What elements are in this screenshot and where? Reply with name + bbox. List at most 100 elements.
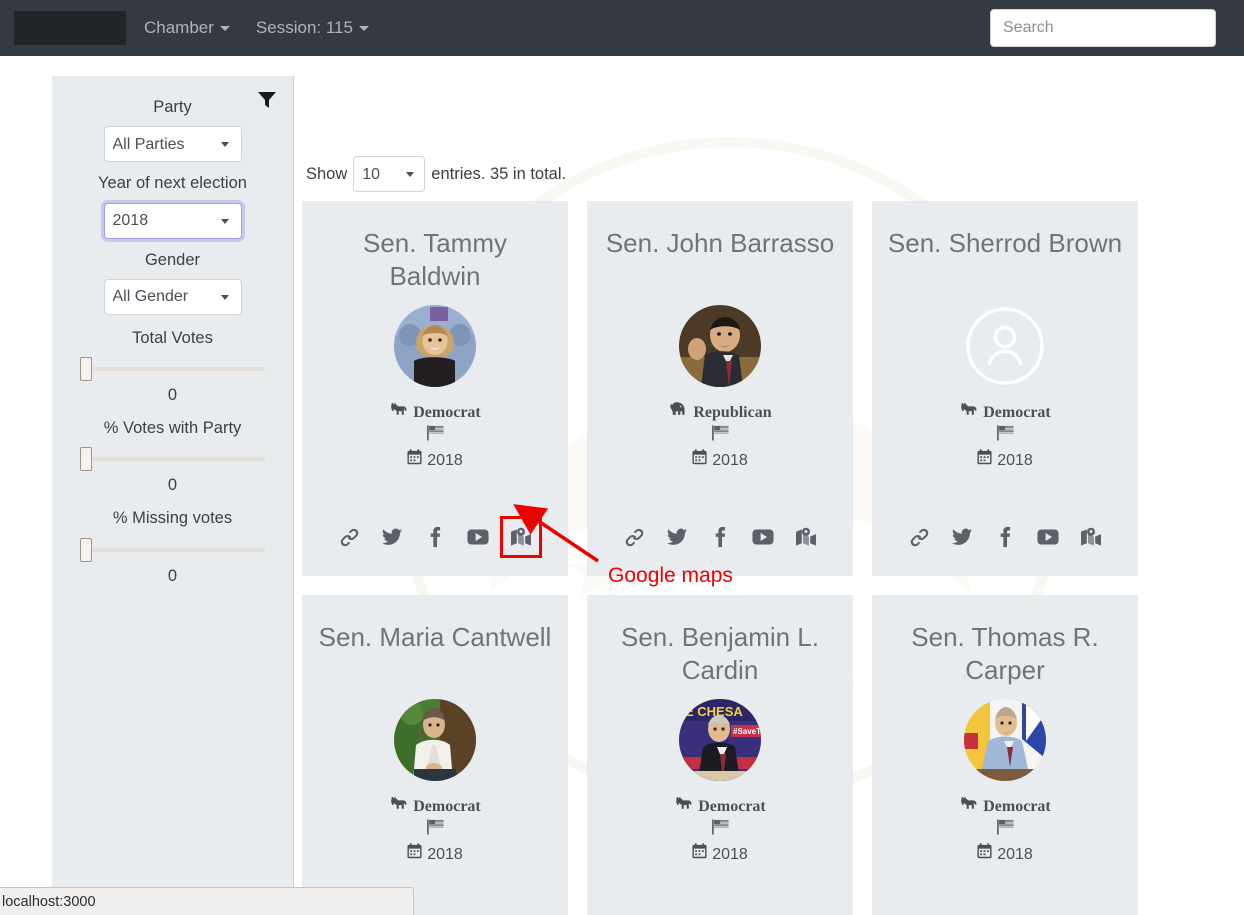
filters-sidebar: Party All Parties Year of next election … — [52, 76, 294, 902]
top-navbar: Chamber Session: 115 — [0, 0, 1244, 56]
democrat-donkey-icon — [959, 796, 978, 818]
gender-select[interactable]: All Gender — [103, 278, 242, 315]
us-flag-icon — [711, 425, 729, 448]
democrat-donkey-icon — [389, 796, 408, 818]
avatar — [679, 305, 761, 387]
entries-select-wrapper: 10 — [353, 156, 426, 192]
total-votes-value: 0 — [167, 386, 178, 405]
next-election-year: 2018 — [712, 845, 748, 863]
votes-with-party-slider[interactable] — [80, 457, 265, 462]
link-icon[interactable] — [908, 526, 930, 548]
nav-item-chamber-label: Chamber — [144, 18, 214, 37]
entries-control-bar: Show 10 entries. 35 in total. — [306, 156, 566, 192]
senator-name: Sen. Thomas R. Carper — [911, 622, 1099, 686]
slider-label-votes-with-party: % Votes with Party — [103, 419, 242, 438]
senator-name: Sen. John Barrasso — [605, 228, 835, 258]
twitter-icon[interactable] — [381, 526, 403, 548]
us-flag-icon — [426, 425, 444, 448]
state-flag-line — [996, 819, 1014, 842]
avatar: E CHESA#SaveTh — [679, 699, 761, 781]
democrat-donkey-icon — [674, 796, 693, 818]
year-select[interactable]: 2018 — [103, 202, 242, 239]
next-election-line: 2018 — [692, 449, 748, 472]
twitter-icon[interactable] — [666, 526, 688, 548]
senator-card-grid: Sen. Tammy Baldwin Democrat 2018 Sen. John … — [302, 201, 1148, 915]
senator-name: Sen. Tammy Baldwin — [362, 228, 507, 292]
next-election-line: 2018 — [407, 449, 463, 472]
senator-name: Sen. Sherrod Brown — [887, 228, 1123, 258]
state-flag-line — [426, 819, 444, 842]
youtube-icon[interactable] — [1037, 526, 1059, 548]
filter-label-party: Party — [153, 98, 192, 116]
next-election-line: 2018 — [407, 843, 463, 866]
avatar — [394, 699, 476, 781]
us-flag-icon — [426, 819, 444, 842]
state-flag-line — [711, 425, 729, 448]
senator-name: Sen. Benjamin L. Cardin — [620, 622, 819, 686]
google-maps-icon[interactable] — [1080, 526, 1102, 548]
facebook-icon[interactable] — [994, 526, 1016, 548]
party-select[interactable]: All Parties — [103, 126, 242, 163]
next-election-year: 2018 — [997, 845, 1033, 863]
party-label: Democrat — [983, 798, 1051, 815]
party-label: Democrat — [413, 404, 481, 421]
slider-group-total-votes: Total Votes 0 — [74, 327, 271, 405]
link-icon[interactable] — [623, 526, 645, 548]
social-links-row — [587, 526, 853, 548]
party-label: Democrat — [698, 798, 766, 815]
senator-card[interactable]: Sen. Benjamin L. Cardin E CHESA#SaveTh Dem… — [587, 595, 853, 915]
senator-card[interactable]: Sen. Thomas R. Carper Democrat 2018 — [872, 595, 1138, 915]
google-maps-icon[interactable] — [500, 516, 542, 558]
page-body: E. PLURIBUS Party All Parties Year of ne… — [0, 56, 1244, 915]
avatar — [394, 305, 476, 387]
total-votes-slider[interactable] — [80, 367, 265, 372]
democrat-donkey-icon — [389, 402, 408, 424]
facebook-icon[interactable] — [709, 526, 731, 548]
show-prefix-label: Show — [306, 164, 348, 183]
missing-votes-value: 0 — [167, 566, 178, 585]
calendar-icon — [692, 449, 707, 472]
youtube-icon[interactable] — [467, 526, 489, 548]
party-select-wrapper: All Parties — [103, 126, 242, 163]
search-input[interactable] — [990, 9, 1216, 47]
republican-elephant-icon — [668, 401, 688, 424]
state-flag-line — [426, 425, 444, 448]
next-election-line: 2018 — [692, 843, 748, 866]
avatar-placeholder — [964, 305, 1046, 387]
calendar-icon — [407, 843, 422, 866]
year-select-wrapper: 2018 — [103, 202, 242, 239]
next-election-year: 2018 — [997, 451, 1033, 469]
slider-label-total-votes: Total Votes — [132, 328, 213, 347]
calendar-icon — [977, 449, 992, 472]
party-line: Republican — [668, 401, 772, 424]
status-bar-url: localhost:3000 — [2, 893, 96, 910]
party-label: Republican — [693, 404, 772, 421]
gender-select-wrapper: All Gender — [103, 278, 242, 315]
slider-label-missing-votes: % Missing votes — [112, 509, 233, 528]
filter-funnel-icon[interactable] — [257, 90, 277, 110]
party-label: Democrat — [413, 798, 481, 815]
us-flag-icon — [711, 819, 729, 842]
senator-card[interactable]: Sen. Maria Cantwell Democrat 2018 — [302, 595, 568, 915]
nav-item-session[interactable]: Session: 115 — [256, 18, 369, 38]
entries-per-page-select[interactable]: 10 — [353, 156, 426, 192]
site-logo[interactable] — [14, 11, 126, 45]
next-election-year: 2018 — [712, 451, 748, 469]
twitter-icon[interactable] — [951, 526, 973, 548]
next-election-line: 2018 — [977, 449, 1033, 472]
senator-card[interactable]: Sen. John Barrasso Republican 2018 — [587, 201, 853, 576]
next-election-year: 2018 — [427, 451, 463, 469]
senator-card[interactable]: Sen. Tammy Baldwin Democrat 2018 — [302, 201, 568, 576]
us-flag-icon — [996, 819, 1014, 842]
google-maps-icon[interactable] — [795, 526, 817, 548]
youtube-icon[interactable] — [752, 526, 774, 548]
calendar-icon — [407, 449, 422, 472]
facebook-icon[interactable] — [424, 526, 446, 548]
avatar — [964, 699, 1046, 781]
democrat-donkey-icon — [959, 402, 978, 424]
senator-card[interactable]: Sen. Sherrod Brown Democrat 2018 — [872, 201, 1138, 576]
link-icon[interactable] — [338, 526, 360, 548]
nav-item-chamber[interactable]: Chamber — [144, 18, 230, 38]
missing-votes-slider[interactable] — [80, 547, 265, 552]
social-links-row — [302, 516, 568, 558]
